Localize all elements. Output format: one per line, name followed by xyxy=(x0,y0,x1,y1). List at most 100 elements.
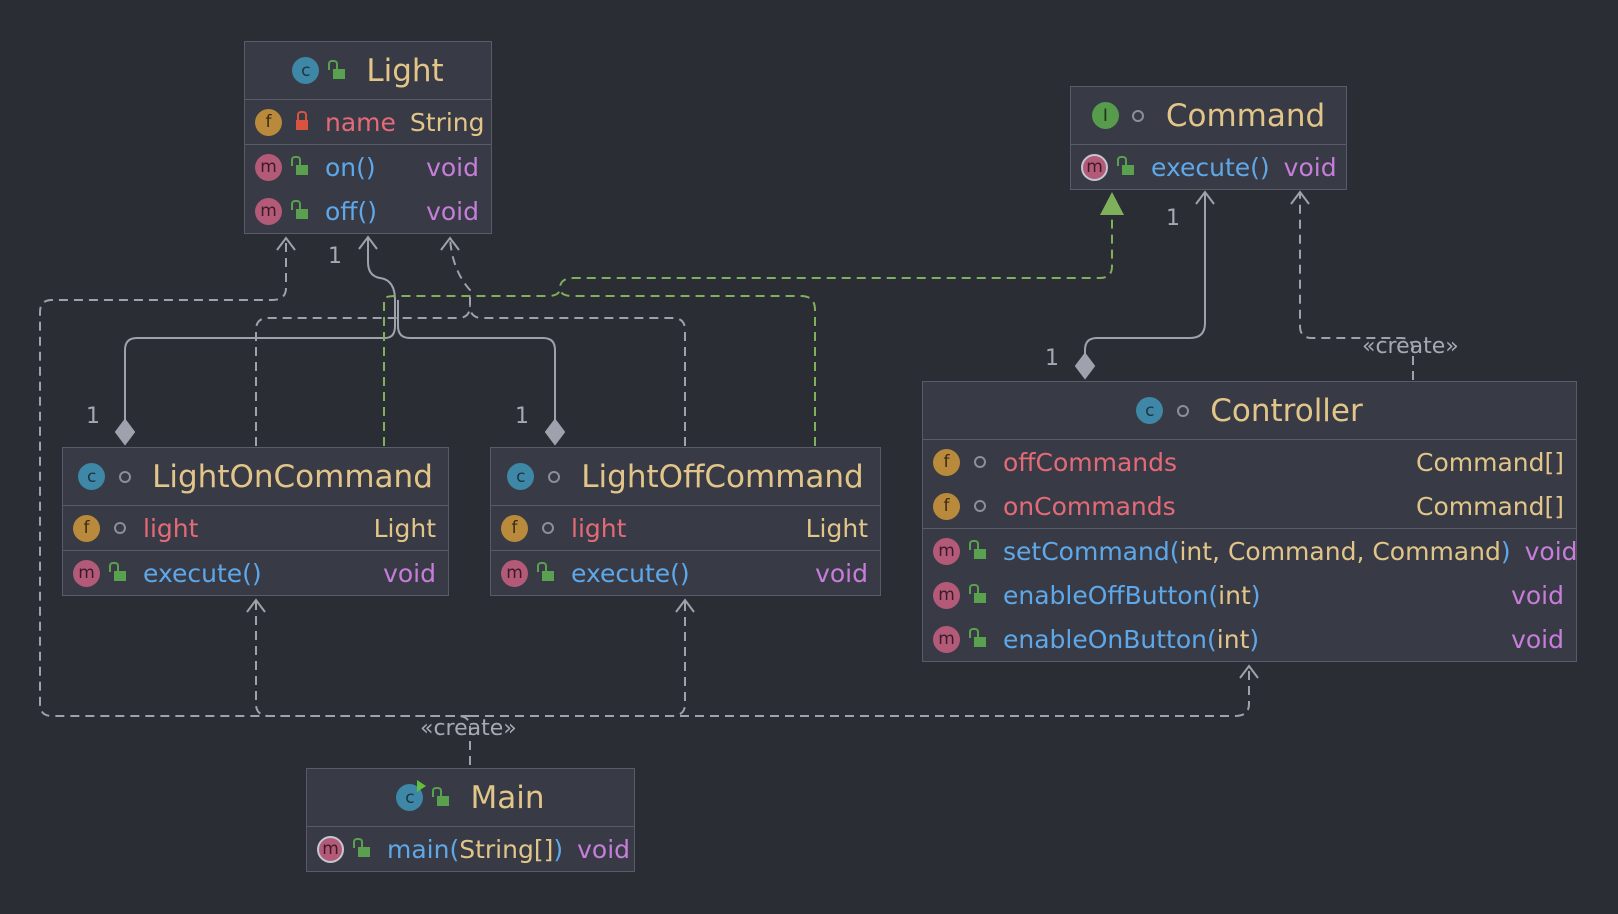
package-dot-icon xyxy=(534,518,561,538)
class-header: c Light xyxy=(245,42,491,100)
multiplicity-command: 1 xyxy=(1166,206,1180,231)
method-icon: m xyxy=(255,197,282,225)
method-row[interactable]: m off() void xyxy=(245,189,491,233)
field-row[interactable]: f offCommands Command[] xyxy=(923,440,1576,484)
field-icon: f xyxy=(255,108,282,136)
field-icon: f xyxy=(933,448,960,476)
method-row[interactable]: m on() void xyxy=(245,145,491,189)
edge-lightoffcommand-dependency-light xyxy=(469,305,686,446)
method-row[interactable]: m main(String[]) void xyxy=(307,827,634,871)
method-row[interactable]: m enableOnButton(int) void xyxy=(923,617,1576,661)
close-paren: ) xyxy=(1250,580,1261,610)
class-name: Command xyxy=(1165,97,1326,134)
method-row[interactable]: m enableOffButton(int) void xyxy=(923,573,1576,617)
class-icon: c xyxy=(292,57,320,84)
multiplicity-lightoncommand: 1 xyxy=(86,404,100,429)
edge-lightoffcommand-realizes-command xyxy=(559,287,816,446)
field-name: name xyxy=(325,107,396,137)
method-return-type: void xyxy=(577,834,631,864)
close-paren: ) xyxy=(1500,536,1511,566)
package-dot-icon xyxy=(1169,401,1196,421)
class-node-main[interactable]: c Main m main(String[]) void xyxy=(306,768,635,872)
field-icon: f xyxy=(73,514,100,542)
runnable-class-icon: c xyxy=(396,780,427,811)
static-method-icon: m xyxy=(317,835,344,863)
method-row[interactable]: m execute() void xyxy=(491,551,880,595)
fields-section: f offCommands Command[] f onCommands Com… xyxy=(923,440,1576,529)
public-unlock-icon xyxy=(1114,156,1141,177)
open-paren: ( xyxy=(1169,536,1180,566)
method-row[interactable]: m execute() void xyxy=(1071,145,1346,189)
field-row[interactable]: f light Light xyxy=(491,506,880,550)
close-paren: ) xyxy=(251,558,262,588)
edge-main-create-lightoffcommand xyxy=(470,600,686,717)
open-paren: ( xyxy=(1207,624,1217,654)
method-row[interactable]: m setCommand(int, Command, Command) void xyxy=(923,529,1578,573)
public-unlock-icon xyxy=(288,200,315,221)
public-unlock-icon xyxy=(429,786,456,808)
public-unlock-icon xyxy=(106,562,133,583)
close-paren: ) xyxy=(365,152,376,182)
field-type: Light xyxy=(805,513,868,543)
close-paren: ) xyxy=(1249,624,1260,654)
composition-diamond-controller xyxy=(1074,352,1096,380)
method-icon: m xyxy=(933,537,960,565)
field-type: Command[] xyxy=(1416,491,1564,521)
close-paren: ) xyxy=(1259,152,1270,182)
field-name: light xyxy=(143,513,199,543)
method-params: String[] xyxy=(459,834,554,864)
method-return-type: void xyxy=(1511,624,1564,654)
edge-controller-composition-command xyxy=(1084,192,1206,358)
open-paren: ( xyxy=(242,558,252,588)
field-row[interactable]: f light Light xyxy=(63,506,448,550)
method-return-type: void xyxy=(1283,152,1337,182)
composition-diamond-lightoffcommand xyxy=(544,418,566,446)
class-node-lightoncommand[interactable]: c LightOnCommand f light Light m execute… xyxy=(62,447,449,596)
multiplicity-light-on: 1 xyxy=(328,244,342,269)
edge-lightoncommand-composition-light xyxy=(124,237,396,422)
method-name: execute xyxy=(571,558,671,588)
class-node-light[interactable]: c Light f name String m on() void m off(… xyxy=(244,41,492,234)
package-dot-icon xyxy=(966,496,993,516)
class-node-controller[interactable]: c Controller f offCommands Command[] f o… xyxy=(922,381,1578,662)
package-dot-icon xyxy=(1125,106,1152,126)
interface-node-command[interactable]: I Command m execute() void xyxy=(1070,86,1347,190)
method-name: execute xyxy=(143,558,243,588)
methods-section: m execute() void xyxy=(63,551,448,595)
fields-section: f light Light xyxy=(63,506,448,551)
method-name: execute xyxy=(1151,152,1251,182)
methods-section: m execute() void xyxy=(491,551,880,595)
method-return-type: void xyxy=(426,196,479,226)
method-row[interactable]: m execute() void xyxy=(63,551,448,595)
method-return-type: void xyxy=(1524,536,1578,566)
field-icon: f xyxy=(501,514,528,542)
edge-main-create-controller xyxy=(470,666,1250,717)
method-icon: m xyxy=(933,581,960,609)
method-params: int xyxy=(1218,580,1251,610)
open-paren: ( xyxy=(670,558,680,588)
package-dot-icon xyxy=(540,467,567,487)
public-unlock-icon xyxy=(534,562,561,583)
method-return-type: void xyxy=(426,152,479,182)
public-unlock-icon xyxy=(966,628,993,649)
method-return-type: void xyxy=(815,558,868,588)
method-name: enableOffButton xyxy=(1003,580,1209,610)
class-icon: c xyxy=(78,463,106,490)
class-node-lightoffcommand[interactable]: c LightOffCommand f light Light m execut… xyxy=(490,447,881,596)
method-return-type: void xyxy=(383,558,436,588)
close-paren: ) xyxy=(553,834,564,864)
field-row[interactable]: f name String xyxy=(245,100,491,144)
open-paren: ( xyxy=(357,196,368,226)
open-paren: ( xyxy=(1208,580,1219,610)
method-params: int, Command, Command xyxy=(1179,536,1501,566)
method-name: setCommand xyxy=(1003,536,1170,566)
method-name: enableOnButton xyxy=(1003,624,1208,654)
edge-lightoncommand-dependency-light xyxy=(255,237,471,446)
field-row[interactable]: f onCommands Command[] xyxy=(923,484,1576,528)
stereotype-controller-create: «create» xyxy=(1362,334,1459,359)
methods-section: m execute() void xyxy=(1071,145,1346,189)
method-icon: m xyxy=(255,153,282,181)
public-unlock-icon xyxy=(288,156,315,177)
close-paren: ) xyxy=(367,196,378,226)
interface-icon: I xyxy=(1091,102,1119,129)
